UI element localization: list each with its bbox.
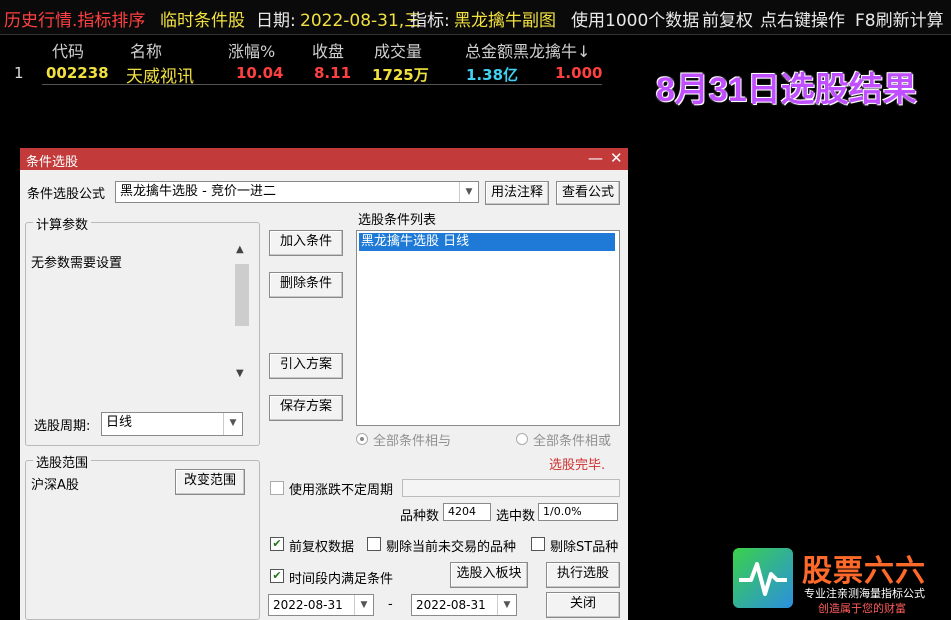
change-scope-button[interactable]: 改变范围 [175,469,245,495]
row-index: 1 [14,64,24,82]
scroll-down-icon[interactable]: ▼ [236,368,244,379]
refresh-hint[interactable]: F8刷新计算 [855,6,944,31]
close-button[interactable]: 关闭 [546,592,620,618]
condition-list[interactable]: 黑龙擒牛选股 日线 [356,230,620,426]
date-label: 日期: [256,11,296,31]
date-value: 2022-08-31,三 [300,11,422,31]
exclude-st-label: 剔除ST品种 [550,540,619,555]
add-condition-button[interactable]: 加入条件 [269,230,343,256]
row-amount: 1.38亿 [466,66,519,84]
row-signal: 1.000 [555,64,603,82]
run-selection-button[interactable]: 执行选股 [546,562,620,588]
col-header-code[interactable]: 代码 [52,38,84,62]
period-label: 选股周期: [34,419,91,434]
adjust-label[interactable]: 前复权 [702,6,753,31]
formula-select-value: 黑龙擒牛选股 - 竞价一进二 [120,184,276,199]
condition-list-item[interactable]: 黑龙擒牛选股 日线 [359,233,615,251]
date-from-picker[interactable]: 2022-08-31 ▼ [268,594,374,616]
scope-group-title: 选股范围 [33,452,92,471]
status-text: 选股完毕. [549,458,606,473]
forward-adjust-label: 前复权数据 [289,540,355,555]
use-period-label: 使用涨跌不定周期 [289,483,394,498]
close-icon[interactable]: ✕ [610,149,623,167]
forward-adjust-checkbox[interactable]: ✔ [270,537,284,551]
data-usage-label: 使用1000个数据 [571,11,700,31]
delete-condition-button[interactable]: 删除条件 [269,272,343,298]
all-and-radio[interactable] [356,433,368,445]
indicator-value[interactable]: 黑龙擒牛副图 [454,6,556,31]
logo-subtitle: 专业注亲测海量指标公式 [804,587,925,600]
logo-slogan: 创造属于您的财富 [818,602,906,615]
all-and-label: 全部条件相与 [373,434,452,449]
selected-label: 选中数 [496,509,536,524]
dialog-titlebar[interactable]: 条件选股 — ✕ [20,148,628,170]
all-or-label: 全部条件相或 [533,434,612,449]
condition-list-label: 选股条件列表 [358,213,437,228]
top-status-bar: 历史行情.指标排序 临时条件股 日期: 2022-08-31,三 指标: 黑龙擒… [0,0,951,35]
chevron-down-icon[interactable]: ▼ [459,182,478,202]
exclude-untraded-checkbox[interactable] [367,537,381,551]
progress-bar [402,479,620,497]
params-scrollbar[interactable]: ▲ ▼ [234,244,250,384]
indicator-label: 指标: [410,11,450,31]
formula-select[interactable]: 黑龙擒牛选股 - 竞价一进二 ▼ [115,181,479,203]
col-header-close[interactable]: 收盘 [312,38,344,62]
col-header-change[interactable]: 涨幅% [228,38,275,62]
temp-condition-label[interactable]: 临时条件股 [160,6,245,31]
chevron-down-icon[interactable]: ▼ [497,595,516,615]
scroll-up-icon[interactable]: ▲ [236,244,244,255]
exclude-st-checkbox[interactable] [531,537,545,551]
row-divider [42,84,602,85]
col-header-volume[interactable]: 成交量 [374,38,422,62]
date-to-value: 2022-08-31 [416,598,486,612]
use-period-checkbox[interactable] [270,481,284,495]
period-meet-label: 时间段内满足条件 [289,572,394,587]
period-meet-checkbox[interactable]: ✔ [270,569,284,583]
save-scheme-button[interactable]: 保存方案 [269,395,343,421]
row-close: 8.11 [314,64,352,82]
rightclick-hint: 点右键操作 [760,11,845,31]
date-from-value: 2022-08-31 [273,598,343,612]
minimize-icon[interactable]: — [588,149,603,167]
view-formula-button[interactable]: 查看公式 [556,181,620,205]
history-ranking-label[interactable]: 历史行情.指标排序 [4,6,145,31]
params-group-title: 计算参数 [33,214,92,233]
params-text: 无参数需要设置 [31,256,123,271]
all-or-radio[interactable] [516,433,528,445]
col-header-signal[interactable]: 黑龙擒牛↓ [513,38,590,62]
logo-icon [733,548,793,608]
to-block-button[interactable]: 选股入板块 [450,562,528,588]
logo-title: 股票六六 [802,554,926,589]
usage-note-button[interactable]: 用法注释 [485,181,549,205]
chevron-down-icon[interactable]: ▼ [223,413,242,435]
promo-caption: 8月31日选股结果 [656,71,917,109]
period-select-value: 日线 [106,415,133,430]
date-to-picker[interactable]: 2022-08-31 ▼ [411,594,517,616]
scope-value: 沪深A股 [31,478,79,493]
chevron-down-icon[interactable]: ▼ [354,595,373,615]
scrollbar-thumb[interactable] [235,264,249,326]
col-header-amount[interactable]: 总金额 [465,38,513,62]
heartbeat-icon [739,562,787,596]
dialog-title: 条件选股 [26,155,79,170]
period-select[interactable]: 日线 ▼ [101,412,243,436]
selected-value: 1/0.0% [538,503,618,521]
formula-label: 条件选股公式 [27,187,106,202]
exclude-untraded-label: 剔除当前未交易的品种 [386,540,517,555]
species-value: 4204 [443,503,491,521]
col-header-name[interactable]: 名称 [130,38,162,62]
date-separator: - [388,597,393,612]
import-scheme-button[interactable]: 引入方案 [269,353,343,379]
row-code: 002238 [46,64,109,82]
condition-selection-dialog: 条件选股 — ✕ 条件选股公式 黑龙擒牛选股 - 竞价一进二 ▼ 用法注释 查看… [20,148,628,620]
row-change: 10.04 [236,64,284,82]
row-volume: 1725万 [372,66,429,84]
species-label: 品种数 [400,509,440,524]
